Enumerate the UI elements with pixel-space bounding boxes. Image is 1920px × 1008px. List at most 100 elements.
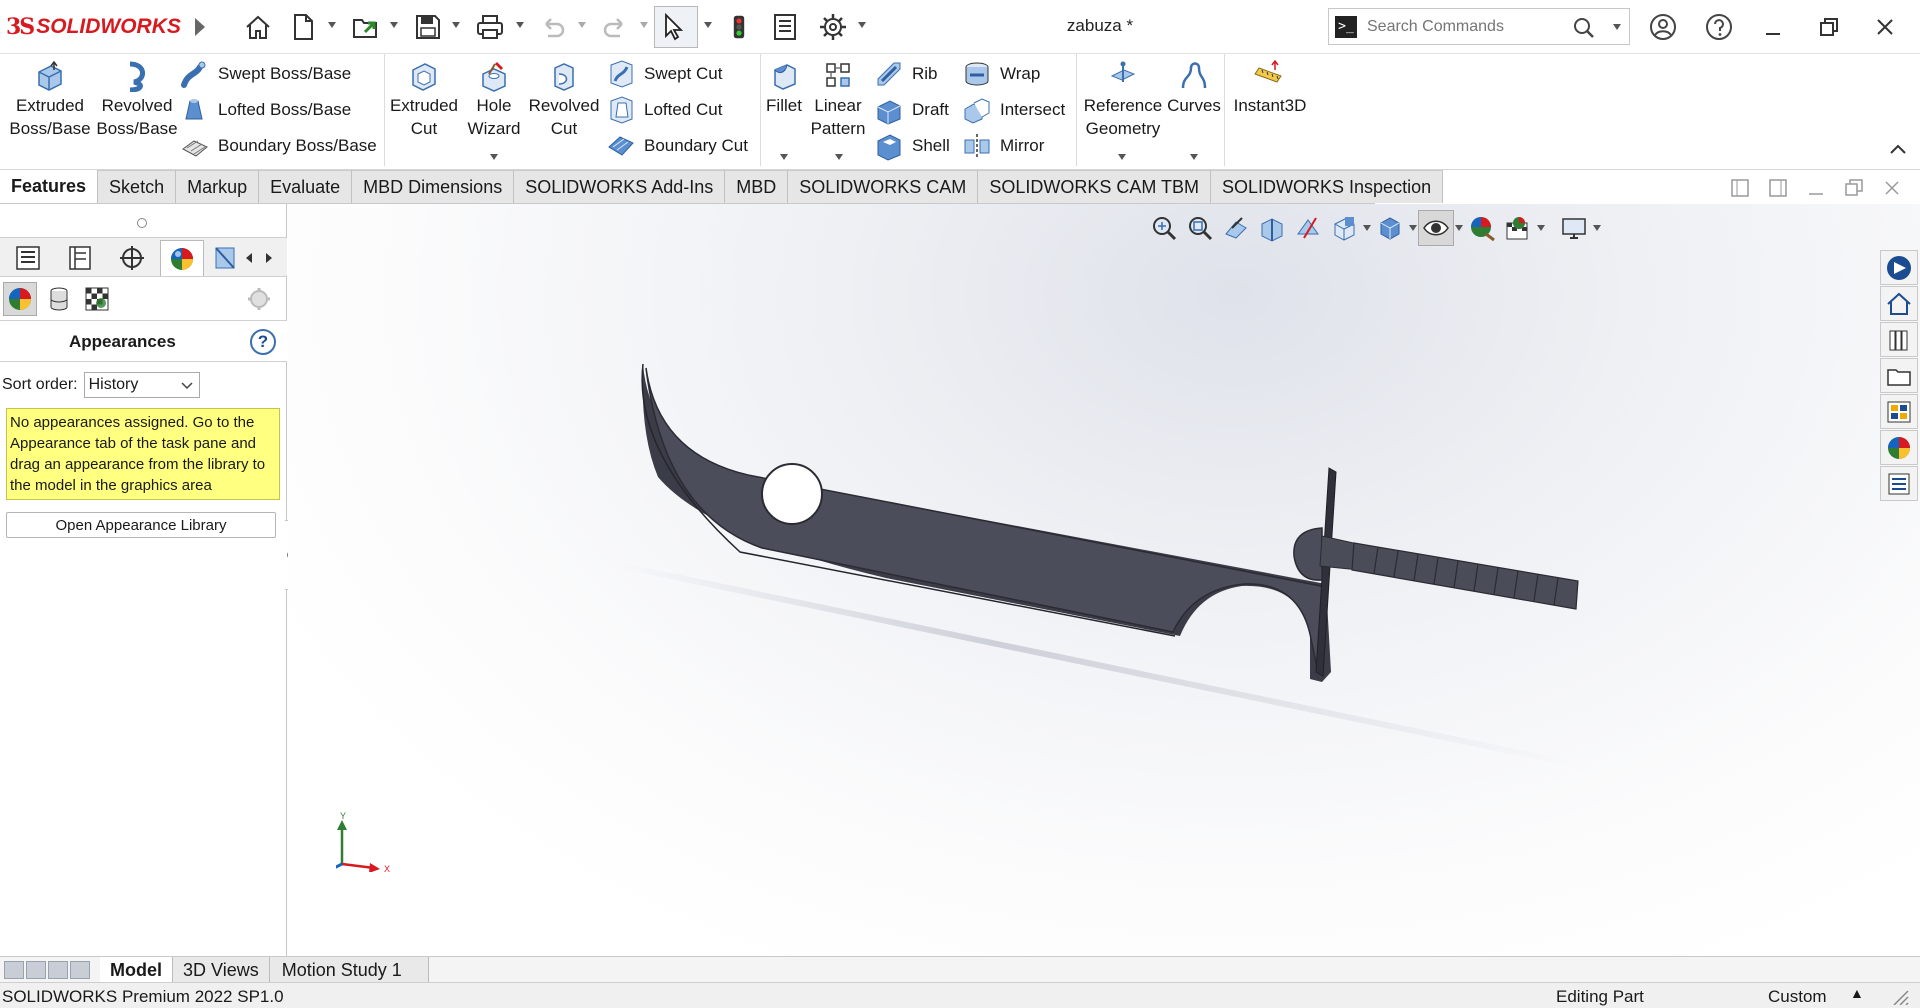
property-manager-tab[interactable] — [58, 240, 102, 276]
tile-right-icon[interactable] — [1768, 178, 1788, 198]
pattern-dropdown-icon[interactable] — [835, 154, 843, 160]
collapse-ribbon-chevron-icon[interactable] — [1888, 142, 1908, 156]
decals-subtab[interactable] — [42, 282, 76, 316]
solidworks-resources-tab[interactable] — [1880, 250, 1918, 285]
close-window-icon[interactable] — [1870, 14, 1900, 40]
dimxpert-manager-tab[interactable] — [212, 240, 240, 276]
instant3d-button[interactable]: Instant3D — [1228, 60, 1312, 117]
tab-motion-study-1[interactable]: Motion Study 1 — [269, 957, 429, 983]
reference-geometry-button[interactable]: Reference Geometry — [1080, 60, 1166, 140]
unit-system-selector[interactable]: Custom — [1768, 987, 1827, 1007]
rebuild-icon[interactable] — [726, 10, 752, 44]
tab-solidworks-cam-tbm[interactable]: SOLIDWORKS CAM TBM — [978, 170, 1212, 203]
wrap-button[interactable]: Wrap — [962, 58, 1040, 90]
tab-3d-views[interactable]: 3D Views — [173, 957, 270, 983]
solidworks-logo[interactable]: 3S SOLIDWORKS — [6, 14, 181, 40]
first-tab-arrow[interactable] — [4, 961, 24, 979]
extruded-boss-base-button[interactable]: Extruded Boss/Base — [8, 60, 92, 140]
search-commands-input[interactable] — [1367, 17, 1567, 36]
home-icon[interactable] — [240, 10, 276, 44]
sort-order-select[interactable]: History — [83, 372, 200, 398]
rendering-settings-subtab[interactable] — [242, 282, 276, 316]
viewport-minimize-icon[interactable] — [1806, 178, 1826, 198]
tab-sketch[interactable]: Sketch — [98, 170, 177, 203]
revolved-boss-base-button[interactable]: Revolved Boss/Base — [96, 60, 178, 140]
panel-pin-dot[interactable] — [137, 218, 147, 228]
boundary-cut-button[interactable]: Boundary Cut — [606, 130, 748, 162]
redo-dropdown-icon[interactable] — [640, 22, 648, 28]
viewport-restore-icon[interactable] — [1844, 178, 1864, 198]
appearances-subtab[interactable] — [3, 282, 37, 316]
select-dropdown-icon[interactable] — [704, 22, 712, 28]
minimize-window-icon[interactable] — [1758, 14, 1788, 40]
file-properties-icon[interactable] — [770, 10, 800, 44]
design-library-tab[interactable] — [1880, 322, 1918, 357]
reference-geometry-dropdown-icon[interactable] — [1118, 154, 1126, 160]
boundary-boss-base-button[interactable]: Boundary Boss/Base — [180, 130, 377, 162]
search-commands-box[interactable]: >_ — [1328, 8, 1630, 45]
previous-tab-arrow[interactable] — [26, 961, 46, 979]
tab-features[interactable]: Features — [0, 170, 99, 203]
fillet-dropdown-icon[interactable] — [780, 154, 788, 160]
panel-help-icon[interactable]: ? — [250, 329, 276, 355]
last-tab-arrow[interactable] — [70, 961, 90, 979]
unit-system-arrow-icon[interactable]: ▲ — [1850, 985, 1864, 1001]
options-dropdown-icon[interactable] — [858, 22, 866, 28]
scene-subtab[interactable] — [80, 282, 114, 316]
redo-icon[interactable] — [600, 10, 630, 44]
restore-window-icon[interactable] — [1814, 14, 1844, 40]
print-icon[interactable] — [472, 10, 508, 44]
save-dropdown-icon[interactable] — [452, 22, 460, 28]
fillet-button[interactable]: Fillet — [762, 60, 806, 117]
new-dropdown-icon[interactable] — [328, 22, 336, 28]
graphics-area[interactable]: Y X — [288, 204, 1920, 956]
select-tool-button[interactable] — [654, 6, 698, 48]
revolved-cut-button[interactable]: Revolved Cut — [528, 60, 600, 140]
curves-dropdown-icon[interactable] — [1190, 154, 1198, 160]
file-explorer-tab[interactable] — [1880, 358, 1918, 393]
linear-pattern-button[interactable]: Linear Pattern — [806, 60, 870, 140]
open-icon[interactable] — [346, 10, 386, 44]
tab-solidworks-add-ins[interactable]: SOLIDWORKS Add-Ins — [514, 170, 726, 203]
view-palette-tab[interactable] — [1880, 394, 1918, 429]
rib-button[interactable]: Rib — [874, 58, 938, 90]
undo-dropdown-icon[interactable] — [578, 22, 586, 28]
display-manager-tab[interactable] — [160, 240, 204, 276]
tab-mbd-dimensions[interactable]: MBD Dimensions — [352, 170, 515, 203]
open-dropdown-icon[interactable] — [390, 22, 398, 28]
swept-cut-button[interactable]: Swept Cut — [606, 58, 722, 90]
resize-grip-icon[interactable] — [1890, 987, 1910, 1005]
configuration-manager-tab[interactable] — [110, 240, 154, 276]
tab-evaluate[interactable]: Evaluate — [259, 170, 353, 203]
options-gear-icon[interactable] — [816, 10, 850, 44]
tab-markup[interactable]: Markup — [176, 170, 260, 203]
lofted-boss-base-button[interactable]: Lofted Boss/Base — [180, 94, 351, 126]
curves-button[interactable]: Curves — [1166, 60, 1222, 117]
hole-wizard-dropdown-icon[interactable] — [490, 154, 498, 160]
open-appearance-library-button[interactable]: Open Appearance Library — [6, 512, 276, 538]
lofted-cut-button[interactable]: Lofted Cut — [606, 94, 722, 126]
tab-mbd[interactable]: MBD — [725, 170, 789, 203]
sword-model[interactable] — [288, 204, 1920, 956]
shell-button[interactable]: Shell — [874, 130, 950, 162]
hole-wizard-button[interactable]: Hole Wizard — [462, 60, 526, 140]
custom-properties-tab[interactable] — [1880, 466, 1918, 501]
swept-boss-base-button[interactable]: Swept Boss/Base — [180, 58, 351, 90]
intersect-button[interactable]: Intersect — [962, 94, 1065, 126]
extruded-cut-button[interactable]: Extruded Cut — [386, 60, 462, 140]
tab-solidworks-inspection[interactable]: SOLIDWORKS Inspection — [1211, 170, 1444, 203]
tab-solidworks-cam[interactable]: SOLIDWORKS CAM — [788, 170, 979, 203]
viewport-close-icon[interactable] — [1882, 178, 1902, 198]
appearances-scenes-tab[interactable] — [1880, 430, 1918, 465]
feature-manager-tab[interactable] — [6, 240, 50, 276]
tile-left-icon[interactable] — [1730, 178, 1750, 198]
home-tab[interactable] — [1880, 286, 1918, 321]
user-account-icon[interactable] — [1648, 14, 1678, 40]
tabs-scroll-left-icon[interactable] — [244, 252, 254, 264]
print-dropdown-icon[interactable] — [516, 22, 524, 28]
help-icon[interactable] — [1704, 14, 1734, 40]
tabs-scroll-right-icon[interactable] — [264, 252, 274, 264]
undo-icon[interactable] — [538, 10, 568, 44]
next-tab-arrow[interactable] — [48, 961, 68, 979]
mirror-button[interactable]: Mirror — [962, 130, 1044, 162]
